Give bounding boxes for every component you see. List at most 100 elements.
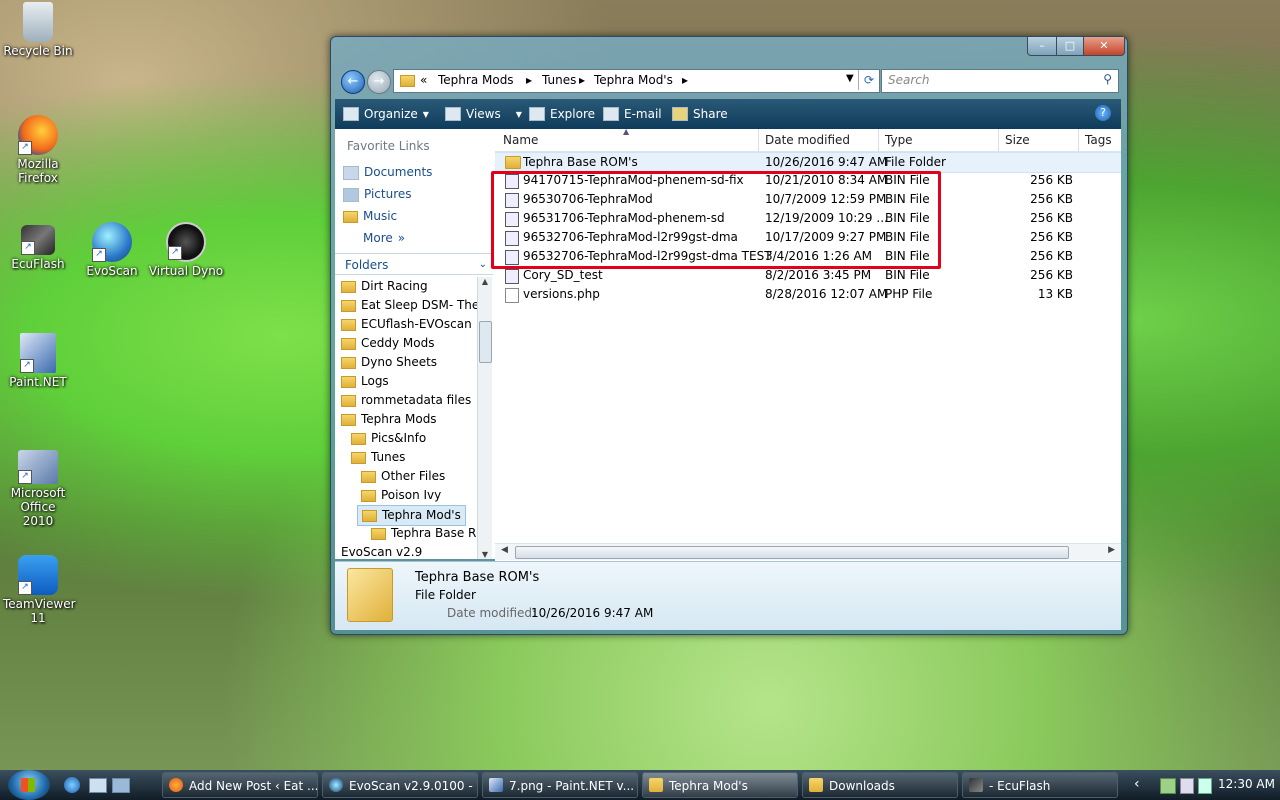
desktop-icon-teamviewer[interactable]: ↗ TeamViewer 11 bbox=[0, 555, 76, 625]
virtual-dyno-icon: ↗ bbox=[166, 222, 206, 262]
start-button[interactable] bbox=[8, 770, 50, 800]
search-icon[interactable]: ⚲ bbox=[1103, 72, 1112, 86]
clock[interactable]: 12:30 AM bbox=[1218, 777, 1275, 791]
file-list: Name ▲ Date modified Type Size Tags Tephr… bbox=[491, 127, 1121, 561]
folder-icon bbox=[361, 470, 376, 483]
minimize-button[interactable]: – bbox=[1027, 37, 1057, 56]
quick-launch-ie-icon[interactable] bbox=[64, 777, 80, 793]
tree-item-label: Pics&Info bbox=[371, 431, 427, 445]
favorite-link-label: Documents bbox=[364, 165, 433, 179]
back-button[interactable]: ← bbox=[341, 70, 365, 94]
search-box[interactable]: Search ⚲ bbox=[881, 69, 1119, 93]
address-bar[interactable]: « Tephra Mods ▸ Tunes ▸ Tephra Mod's ▸ ▼… bbox=[393, 69, 880, 93]
tree-item[interactable]: Logs bbox=[341, 372, 389, 391]
breadcrumb-item[interactable]: Tunes bbox=[542, 73, 576, 87]
tree-item[interactable]: Tephra Base ROM bbox=[371, 524, 477, 543]
desktop-icon-paintnet[interactable]: ↗ Paint.NET bbox=[0, 333, 76, 389]
desktop-icon-recycle-bin[interactable]: Recycle Bin bbox=[0, 2, 76, 58]
tray-network-icon[interactable] bbox=[1160, 778, 1176, 794]
tree-item[interactable]: Dyno Sheets bbox=[341, 353, 437, 372]
breadcrumb-item[interactable]: Tephra Mods bbox=[438, 73, 514, 87]
chevron-right-icon[interactable]: ▸ bbox=[526, 73, 532, 87]
column-header-type[interactable]: Type bbox=[879, 129, 999, 151]
taskbar-button[interactable]: - EcuFlash bbox=[962, 772, 1118, 798]
tree-scrollbar[interactable]: ▲ ▼ bbox=[477, 277, 492, 559]
file-row[interactable]: versions.php 8/28/2016 12:07 AM PHP File… bbox=[495, 285, 1121, 304]
chevron-down-icon: ▼ bbox=[515, 109, 522, 119]
taskbar-button-label: Downloads bbox=[829, 779, 895, 793]
share-button[interactable]: Share bbox=[672, 107, 728, 121]
file-size: 256 KB bbox=[1030, 268, 1073, 282]
column-header-name[interactable]: Name ▲ bbox=[495, 127, 759, 151]
search-input[interactable]: Search bbox=[888, 73, 930, 87]
tray-action-icon[interactable] bbox=[1198, 778, 1212, 794]
quick-launch-desktop-icon[interactable] bbox=[89, 778, 107, 793]
tree-item[interactable]: rommetadata files bbox=[341, 391, 471, 410]
tree-item[interactable]: Tephra Mods bbox=[341, 410, 437, 429]
horizontal-scrollbar[interactable]: ◀ ▶ bbox=[495, 543, 1121, 560]
scroll-up-icon[interactable]: ▲ bbox=[478, 277, 492, 286]
more-links-button[interactable]: More » bbox=[363, 229, 405, 248]
tree-item[interactable]: Ceddy Mods bbox=[341, 334, 434, 353]
scroll-right-icon[interactable]: ▶ bbox=[1108, 545, 1115, 555]
tree-item[interactable]: Dirt Racing bbox=[341, 277, 428, 296]
tree-item[interactable]: Eat Sleep DSM- The Boo bbox=[341, 296, 477, 315]
tree-item-label: EvoScan v2.9 bbox=[341, 545, 423, 559]
tree-item[interactable]: Tunes bbox=[351, 448, 405, 467]
maximize-button[interactable]: □ bbox=[1056, 37, 1084, 56]
tree-item[interactable]: ECUflash-EVOscan bbox=[341, 315, 472, 334]
tray-expand-button[interactable]: ‹ bbox=[1134, 776, 1140, 792]
tree-item-label: Logs bbox=[361, 374, 389, 388]
folders-header[interactable]: Folders ⌄ bbox=[335, 253, 493, 275]
chevron-right-icon[interactable]: ▸ bbox=[682, 73, 688, 87]
taskbar-button-active[interactable]: Tephra Mod's bbox=[642, 772, 798, 798]
desktop-icon-ecuflash[interactable]: ↗ EcuFlash bbox=[0, 225, 76, 271]
favorite-link-music[interactable]: Music bbox=[343, 207, 397, 226]
refresh-button[interactable]: ⟳ bbox=[858, 70, 879, 90]
desktop-icon-evoscan[interactable]: ↗ EvoScan bbox=[74, 222, 150, 278]
explore-button[interactable]: Explore bbox=[529, 107, 595, 121]
breadcrumb-item[interactable]: Tephra Mod's bbox=[594, 73, 673, 87]
help-icon[interactable]: ? bbox=[1095, 105, 1111, 121]
tree-item[interactable]: Pics&Info bbox=[351, 429, 426, 448]
taskbar-button[interactable]: Downloads bbox=[802, 772, 958, 798]
scroll-left-icon[interactable]: ◀ bbox=[501, 545, 508, 555]
taskbar-button[interactable]: 7.png - Paint.NET v... bbox=[482, 772, 638, 798]
scroll-down-icon[interactable]: ▼ bbox=[478, 550, 492, 559]
close-button[interactable]: ✕ bbox=[1083, 37, 1125, 56]
tray-volume-icon[interactable] bbox=[1180, 778, 1194, 794]
organize-button[interactable]: Organize ▼ bbox=[343, 107, 429, 121]
desktop-icon-virtual-dyno[interactable]: ↗ Virtual Dyno bbox=[148, 222, 224, 278]
column-headers: Name ▲ Date modified Type Size Tags bbox=[495, 127, 1121, 152]
desktop-icon-firefox[interactable]: ↗ Mozilla Firefox bbox=[0, 115, 76, 185]
scroll-thumb[interactable] bbox=[479, 321, 492, 363]
favorite-link-pictures[interactable]: Pictures bbox=[343, 185, 412, 204]
tree-item[interactable]: Poison Ivy bbox=[361, 486, 441, 505]
tree-item[interactable]: Other Files bbox=[361, 467, 445, 486]
favorite-link-documents[interactable]: Documents bbox=[343, 163, 432, 182]
chevron-right-icon[interactable]: ▸ bbox=[579, 73, 585, 87]
taskbar-button[interactable]: EvoScan v2.9.0100 - ... bbox=[322, 772, 478, 798]
quick-launch-switch-icon[interactable] bbox=[112, 778, 130, 793]
desktop-icon-office[interactable]: ↗ Microsoft Office 2010 bbox=[0, 450, 76, 528]
column-header-tags[interactable]: Tags bbox=[1079, 129, 1121, 151]
column-header-size[interactable]: Size bbox=[999, 129, 1079, 151]
folder-icon bbox=[505, 156, 521, 169]
share-icon bbox=[672, 107, 688, 121]
music-icon bbox=[343, 210, 358, 223]
email-button[interactable]: E-mail bbox=[603, 107, 662, 121]
tree-item[interactable]: EvoScan v2.9 bbox=[341, 543, 422, 559]
details-type: File Folder bbox=[415, 588, 476, 602]
highlight-annotation bbox=[491, 171, 941, 269]
taskbar-button[interactable]: Add New Post ‹ Eat ... bbox=[162, 772, 318, 798]
chevron-down-icon[interactable]: ▼ bbox=[846, 73, 854, 84]
tree-item-selected[interactable]: Tephra Mod's bbox=[357, 505, 466, 526]
views-button[interactable]: Views ▼ bbox=[445, 107, 522, 121]
sort-up-icon: ▲ bbox=[623, 127, 630, 136]
forward-button[interactable]: → bbox=[367, 70, 391, 94]
file-row-selected[interactable]: Tephra Base ROM's 10/26/2016 9:47 AM Fil… bbox=[495, 152, 1121, 173]
breadcrumb-overflow[interactable]: « bbox=[420, 73, 427, 87]
pictures-icon bbox=[343, 187, 359, 202]
column-header-date[interactable]: Date modified bbox=[759, 129, 879, 151]
scroll-thumb[interactable] bbox=[515, 546, 1069, 559]
